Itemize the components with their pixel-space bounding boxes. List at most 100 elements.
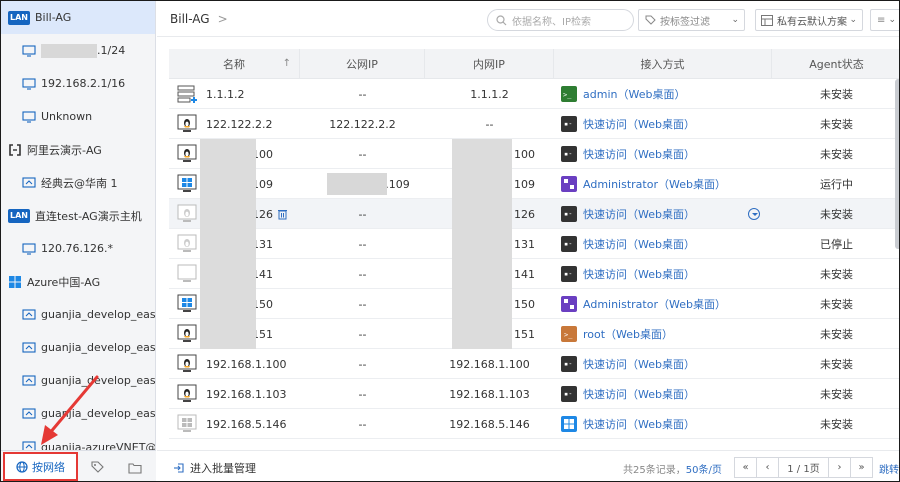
remote-desktop-icon xyxy=(561,296,577,312)
table-scrollbar[interactable] xyxy=(895,79,899,249)
batch-manage-label: 进入批量管理 xyxy=(190,462,256,475)
tree-node[interactable]: guanjia_develop_eastvne xyxy=(1,331,155,364)
tree-node[interactable]: 阿里云演示-AG xyxy=(1,133,155,166)
table-row[interactable]: 150 -- 150 Administrator（Web桌面） 未安装 xyxy=(169,289,899,319)
first-page-button[interactable]: « xyxy=(734,457,757,478)
scheme-select[interactable]: 私有云默认方案 ⌄ xyxy=(755,9,863,31)
agent-status: 未安装 xyxy=(820,328,853,341)
redacted-block xyxy=(452,319,512,349)
tree-node[interactable]: LAN Bill-AG xyxy=(1,1,155,34)
agent-status: 未安装 xyxy=(820,88,853,101)
redacted-block xyxy=(200,229,256,259)
private-ip: 150 xyxy=(514,297,535,311)
column-header-name[interactable]: 名称 ↑ xyxy=(169,49,300,79)
tag-filter-select[interactable]: 按标签过滤 ⌄ xyxy=(638,9,745,31)
cell-agent-status: 未安装 xyxy=(772,259,899,289)
jump-button[interactable]: 跳转 xyxy=(879,461,899,476)
access-dropdown-icon[interactable] xyxy=(748,208,760,220)
tree-node[interactable]: guanjia_develop_east-vn xyxy=(1,397,155,430)
tree-node[interactable]: 经典云@华南 1 xyxy=(1,166,155,199)
access-link[interactable]: 快速访问（Web桌面） xyxy=(583,146,695,162)
access-link[interactable]: 快速访问（Web桌面） xyxy=(583,386,695,402)
tag-icon xyxy=(90,461,104,473)
cell-private-ip: 100 xyxy=(425,139,554,169)
search-input[interactable]: 依据名称、IP检索 xyxy=(487,9,634,31)
batch-manage-link[interactable]: 进入批量管理 xyxy=(173,460,256,476)
table-row[interactable]: 131 -- 131 ▪- 快速访问（Web桌面） 已停止 xyxy=(169,229,899,259)
terminal-icon: ▪- xyxy=(561,386,577,402)
tree-node[interactable]: 120.76.126.* xyxy=(1,232,155,265)
host-name[interactable]: 122.122.2.2 xyxy=(206,118,272,131)
tree-node[interactable]: Azure中国-AG xyxy=(1,265,155,298)
tree-node[interactable]: LAN 直连test-AG演示主机 xyxy=(1,199,155,232)
table-row[interactable]: 109 .109 109 Administrator（Web桌面） 运行中 xyxy=(169,169,899,199)
table-row[interactable]: 1.1.1.2 -- 1.1.1.2 >_ admin（Web桌面） 未安装 xyxy=(169,79,899,109)
table-row[interactable]: 100 -- 100 ▪- 快速访问（Web桌面） 未安装 xyxy=(169,139,899,169)
column-header-private-ip: 内网IP xyxy=(425,49,554,79)
redacted-block xyxy=(452,199,512,229)
public-ip: -- xyxy=(358,297,367,311)
sort-ascending-icon[interactable]: ↑ xyxy=(283,58,291,69)
tab-by-folder[interactable] xyxy=(116,451,154,481)
access-link[interactable]: admin（Web桌面） xyxy=(583,86,685,102)
breadcrumb-item[interactable]: Bill-AG xyxy=(170,12,210,26)
access-link[interactable]: Administrator（Web桌面） xyxy=(583,296,726,312)
tab-by-network[interactable]: 按网络 xyxy=(3,452,78,481)
prev-page-button[interactable]: ‹ xyxy=(756,457,779,478)
access-link[interactable]: 快速访问（Web桌面） xyxy=(583,266,695,282)
svg-text:▪-: ▪- xyxy=(564,270,572,278)
tree-node-label: Azure中国-AG xyxy=(27,275,101,289)
access-link[interactable]: 快速访问（Web桌面） xyxy=(583,236,695,252)
host-name[interactable]: 192.168.5.146 xyxy=(206,418,286,431)
sort-options-button[interactable]: ≡ ⌄ xyxy=(870,9,899,31)
column-public-ip-label: 公网IP xyxy=(346,58,378,71)
host-name[interactable]: 192.168.1.100 xyxy=(206,358,286,371)
access-link[interactable]: 快速访问（Web桌面） xyxy=(583,116,695,132)
search-placeholder: 依据名称、IP检索 xyxy=(512,16,591,28)
private-ip: 1.1.1.2 xyxy=(470,87,509,101)
access-link[interactable]: 快速访问（Web桌面） xyxy=(583,416,695,432)
table-row[interactable]: 126 -- 126 ▪- 快速访问（Web桌面） 未安装 xyxy=(169,199,899,229)
tree-node[interactable]: guanjia_develop_eastvne xyxy=(1,364,155,397)
private-ip: 192.168.5.146 xyxy=(449,417,530,431)
windows-os-icon xyxy=(177,174,197,192)
access-link[interactable]: root（Web桌面） xyxy=(583,326,673,342)
cell-agent-status: 未安装 xyxy=(772,289,899,319)
next-page-button[interactable]: › xyxy=(828,457,851,478)
cell-private-ip: 151 xyxy=(425,319,554,349)
table-row[interactable]: 192.168.1.100 -- 192.168.1.100 ▪- 快速访问（Web桌面… xyxy=(169,349,899,379)
host-name[interactable]: 1.1.1.2 xyxy=(206,88,244,101)
tree-node[interactable]: .1/24 xyxy=(1,34,155,67)
agent-status: 未安装 xyxy=(820,208,853,221)
main-panel: Bill-AG > 依据名称、IP检索 按标签过滤 ⌄ 私有云默认方案 ⌄ ≡ ⌄ xyxy=(157,1,899,481)
access-link[interactable]: 快速访问（Web桌面） xyxy=(583,356,695,372)
private-ip: 131 xyxy=(514,237,535,251)
public-ip: .109 xyxy=(385,177,410,191)
tree-node[interactable]: Unknown xyxy=(1,100,155,133)
table-row[interactable]: 122.122.2.2 122.122.2.2 -- ▪- 快速访问（Web桌面） 未安装 xyxy=(169,109,899,139)
page-size-select[interactable]: 50条/页 xyxy=(686,465,722,476)
cell-public-ip: -- xyxy=(300,199,425,229)
tab-by-tag[interactable] xyxy=(78,451,116,481)
table-row[interactable]: 151 -- 151 >_ root（Web桌面） 未安装 xyxy=(169,319,899,349)
svg-text:▪-: ▪- xyxy=(564,390,572,398)
terminal-icon: ▪- xyxy=(561,116,577,132)
trash-icon[interactable] xyxy=(277,208,288,220)
access-link[interactable]: 快速访问（Web桌面） xyxy=(583,206,695,222)
cell-agent-status: 未安装 xyxy=(772,349,899,379)
table-body: 1.1.1.2 -- 1.1.1.2 >_ admin（Web桌面） 未安装 122.122… xyxy=(169,79,899,439)
cell-name: 126 xyxy=(169,199,300,229)
table-row[interactable]: 192.168.1.103 -- 192.168.1.103 ▪- 快速访问（Web桌面… xyxy=(169,379,899,409)
table-row[interactable]: 192.168.5.146 -- 192.168.5.146 快速访问（Web桌面） 未… xyxy=(169,409,899,439)
tree-node[interactable]: guanjia_develop_eastvne xyxy=(1,298,155,331)
table-row[interactable]: 141 -- 141 ▪- 快速访问（Web桌面） 未安装 xyxy=(169,259,899,289)
access-link[interactable]: Administrator（Web桌面） xyxy=(583,176,726,192)
host-name[interactable]: 192.168.1.103 xyxy=(206,388,286,401)
table-footer: 进入批量管理 共25条记录，50条/页 « ‹ 1 / 1页 › » 跳转 xyxy=(157,450,899,481)
cell-access: ▪- 快速访问（Web桌面） xyxy=(554,349,772,379)
public-ip: -- xyxy=(358,357,367,371)
tree-node[interactable]: 192.168.2.1/16 xyxy=(1,67,155,100)
ssh-icon: >_ xyxy=(561,326,577,342)
sidebar-tab-bar: 按网络 xyxy=(1,450,156,481)
last-page-button[interactable]: » xyxy=(850,457,873,478)
